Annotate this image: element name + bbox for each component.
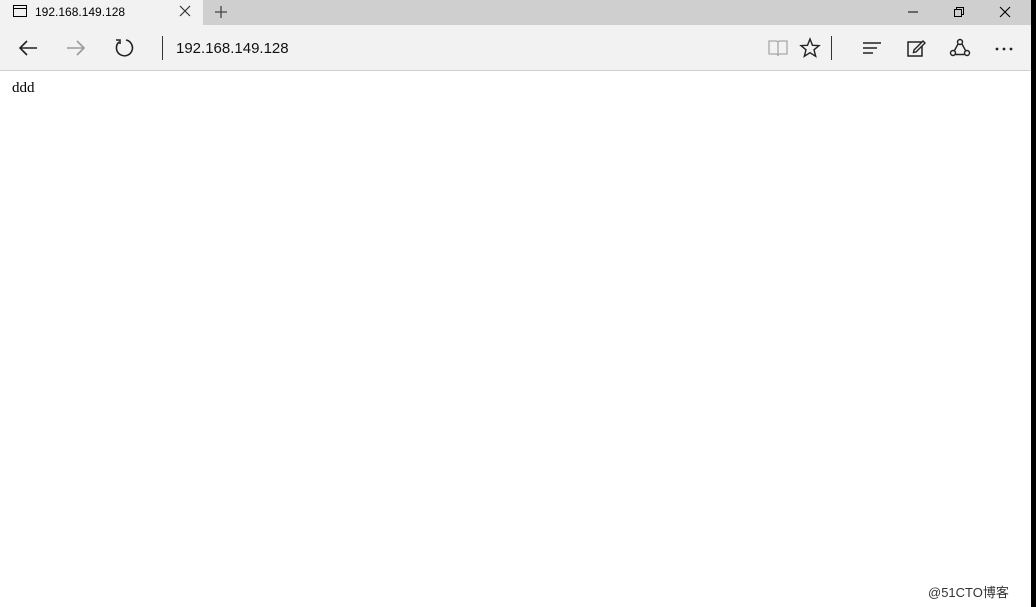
share-icon — [949, 38, 971, 57]
new-tab-button[interactable] — [212, 3, 230, 21]
more-icon — [995, 47, 1013, 51]
share-button[interactable] — [946, 34, 974, 62]
back-button[interactable] — [14, 34, 42, 62]
favorite-button[interactable] — [796, 34, 824, 62]
more-button[interactable] — [990, 34, 1018, 62]
page-body-text: ddd — [12, 80, 35, 96]
restore-button[interactable] — [936, 0, 982, 24]
arrow-right-icon — [67, 40, 86, 56]
close-icon — [999, 6, 1011, 18]
book-icon — [768, 40, 788, 57]
refresh-button[interactable] — [110, 34, 138, 62]
pen-icon — [907, 40, 926, 57]
forward-button[interactable] — [62, 34, 90, 62]
minimize-button[interactable] — [890, 0, 936, 24]
active-tab[interactable]: 192.168.149.128 — [0, 0, 203, 26]
refresh-icon — [115, 39, 134, 57]
star-icon — [799, 37, 821, 58]
separator — [831, 36, 832, 60]
arrow-left-icon — [18, 40, 37, 56]
navigation-bar: 192.168.149.128 — [0, 25, 1031, 71]
reading-view-button[interactable] — [764, 34, 792, 62]
page-content: ddd — [4, 71, 1028, 607]
watermark: @51CTO博客 — [928, 585, 1009, 600]
browser-window: 192.168.149.128 192.168.149.128 ddd @51C… — [0, 0, 1031, 607]
restore-icon — [954, 7, 964, 17]
hub-icon — [863, 42, 881, 54]
tab-title: 192.168.149.128 — [35, 5, 126, 19]
address-url[interactable]: 192.168.149.128 — [176, 40, 289, 57]
close-tab-icon[interactable] — [178, 4, 192, 18]
separator — [162, 36, 163, 60]
close-window-button[interactable] — [982, 0, 1028, 24]
web-note-button[interactable] — [902, 34, 930, 62]
page-icon — [13, 4, 27, 17]
minimize-icon — [908, 11, 918, 13]
hub-button[interactable] — [858, 34, 886, 62]
tab-bar: 192.168.149.128 — [0, 0, 1031, 26]
